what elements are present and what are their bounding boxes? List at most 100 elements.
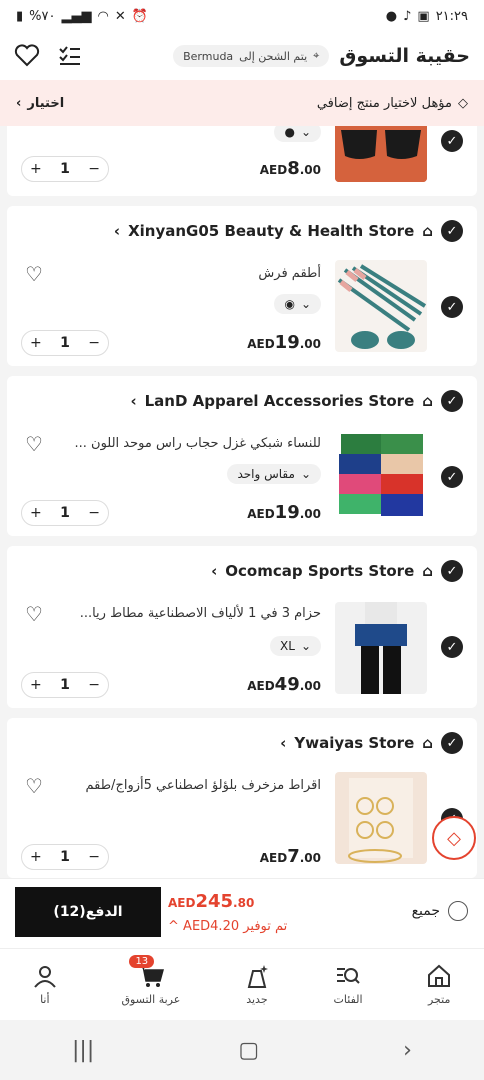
tab-label: أنا — [40, 993, 50, 1006]
currency: AED — [259, 851, 288, 865]
tab-shop[interactable]: متجر — [426, 963, 452, 1006]
choose-button[interactable]: ‹ اختيار — [16, 96, 64, 111]
store-name: LanD Apparel Accessories Store — [144, 392, 415, 410]
choose-label: اختيار — [27, 95, 65, 111]
wishlist-icon[interactable]: ♡ — [25, 432, 43, 456]
product-thumbnail[interactable] — [335, 602, 427, 694]
store-checkbox[interactable]: ✓ — [441, 732, 463, 754]
battery-icon: ▮ — [16, 8, 24, 24]
product-thumbnail[interactable] — [335, 430, 427, 522]
store-checkbox[interactable]: ✓ — [441, 390, 463, 412]
minus-button[interactable]: − — [88, 849, 100, 865]
page-title: حقيبة التسوق — [339, 45, 470, 67]
plus-button[interactable]: + — [30, 505, 42, 521]
product-thumbnail[interactable] — [335, 772, 427, 864]
checkout-button[interactable]: الدفع(12) — [15, 887, 161, 937]
wishlist-icon[interactable] — [14, 44, 40, 68]
select-all[interactable]: جميع — [412, 901, 468, 921]
tag-icon: ◇ — [458, 95, 468, 111]
ship-label: يتم الشحن إلى — [239, 49, 308, 63]
chevron-left-icon: ‹ — [280, 734, 287, 752]
store-checkbox[interactable]: ✓ — [441, 560, 463, 582]
savings[interactable]: ^ AED4.20 تم توفير — [168, 919, 287, 934]
variant-label: مقاس واحد — [237, 467, 295, 481]
promo-banner[interactable]: ‹ اختيار مؤهل لاختيار منتج إضافي ◇ — [0, 80, 484, 126]
user-icon — [34, 966, 56, 988]
edit-list-icon[interactable] — [58, 45, 82, 67]
store-name: Ywaiyas Store — [294, 734, 415, 752]
home-button-icon[interactable]: ▢ — [238, 1038, 259, 1063]
item-checkbox[interactable]: ✓ — [441, 466, 463, 488]
product-thumbnail[interactable] — [335, 126, 427, 182]
variant-selector[interactable]: مقاس واحد ⌄ — [227, 464, 321, 484]
product-name[interactable]: للنساء شبكي غزل حجاب راس موحد اللون ... — [75, 436, 322, 451]
plus-button[interactable]: + — [30, 161, 42, 177]
categories-icon — [337, 968, 360, 984]
price: AED19.00 — [247, 332, 321, 353]
app-icon: ♪ — [403, 8, 412, 24]
wishlist-icon[interactable]: ♡ — [25, 262, 43, 286]
tab-categories[interactable]: الفئات — [334, 963, 363, 1006]
tab-me[interactable]: أنا — [32, 963, 58, 1006]
price-int: 8 — [287, 158, 300, 179]
plus-button[interactable]: + — [30, 335, 42, 351]
floating-coupon-button[interactable]: ◇ — [432, 816, 476, 860]
total-currency: AED — [168, 896, 196, 910]
store-header[interactable]: ‹ Ywaiyas Store ⌂ ✓ — [280, 732, 463, 754]
price-dec: .00 — [299, 163, 321, 177]
wishlist-icon[interactable]: ♡ — [25, 774, 43, 798]
total-int: 245 — [195, 891, 234, 912]
store-checkbox[interactable]: ✓ — [441, 220, 463, 242]
location-icon: ⌖ — [313, 49, 320, 62]
tab-cart[interactable]: 13 عربة التسوق — [121, 955, 180, 1006]
store-header[interactable]: ‹ Ocomcap Sports Store ⌂ ✓ — [211, 560, 463, 582]
image-icon: ▣ — [417, 8, 430, 24]
store-header[interactable]: ‹ LanD Apparel Accessories Store ⌂ ✓ — [130, 390, 463, 412]
plus-button[interactable]: + — [30, 677, 42, 693]
variant-selector[interactable]: ● ⌄ — [274, 126, 321, 142]
recent-apps-icon[interactable]: ||| — [72, 1038, 94, 1063]
store-icon: ⌂ — [422, 392, 433, 410]
bottom-nav: أنا 13 عربة التسوق جديد الفئات متجر — [0, 948, 484, 1020]
tab-label: جديد — [246, 993, 268, 1006]
cart-item-card: ✓ ● ⌄ AED8.00 + 1 − — [7, 126, 477, 196]
cart-item-card: ‹ XinyanG05 Beauty & Health Store ⌂ ✓ ✓ — [7, 206, 477, 366]
price: AED49.00 — [247, 674, 321, 695]
home-icon — [428, 964, 451, 987]
minus-button[interactable]: − — [88, 335, 100, 351]
cart-list[interactable]: ✓ ● ⌄ AED8.00 + 1 − ‹ XinyanG05 Beauty &… — [0, 126, 484, 878]
product-name[interactable]: اقراط مزخرف بلؤلؤ اصطناعي 5أزواج/طقم — [85, 778, 321, 793]
minus-button[interactable]: − — [88, 677, 100, 693]
chevron-up-icon: ^ — [168, 919, 179, 934]
quantity-stepper[interactable]: + 1 − — [21, 500, 109, 526]
minus-button[interactable]: − — [88, 505, 100, 521]
store-header[interactable]: ‹ XinyanG05 Beauty & Health Store ⌂ ✓ — [114, 220, 463, 242]
tab-new[interactable]: جديد — [244, 963, 270, 1006]
back-icon[interactable]: › — [403, 1038, 412, 1063]
product-name[interactable]: أطقم فرش — [258, 266, 321, 281]
select-all-radio[interactable] — [448, 901, 468, 921]
quantity-value: 1 — [60, 677, 70, 693]
quantity-value: 1 — [60, 505, 70, 521]
item-checkbox[interactable]: ✓ — [441, 130, 463, 152]
wishlist-icon[interactable]: ♡ — [25, 602, 43, 626]
quantity-stepper[interactable]: + 1 − — [21, 156, 109, 182]
variant-selector[interactable]: XL ⌄ — [270, 636, 321, 656]
item-checkbox[interactable]: ✓ — [441, 296, 463, 318]
color-swatch-icon: ● — [284, 126, 295, 139]
item-checkbox[interactable]: ✓ — [441, 636, 463, 658]
product-name[interactable]: حزام 3 في 1 لألياف الاصطناعية مطاط ريا..… — [80, 606, 321, 621]
plus-button[interactable]: + — [30, 849, 42, 865]
mute-icon: ✕ — [114, 8, 126, 24]
quantity-stepper[interactable]: + 1 − — [21, 672, 109, 698]
ship-to[interactable]: ⌖ يتم الشحن إلى Bermuda — [173, 45, 330, 67]
currency: AED — [247, 679, 275, 693]
checkout-bar: الدفع(12) AED245.80 ^ AED4.20 تم توفير ج… — [0, 878, 484, 948]
minus-button[interactable]: − — [88, 161, 100, 177]
quantity-stepper[interactable]: + 1 − — [21, 844, 109, 870]
cart-item-card: ‹ Ywaiyas Store ⌂ ✓ ✓ اقراط مزخرف بلؤلؤ … — [7, 718, 477, 878]
store-icon: ⌂ — [422, 562, 433, 580]
quantity-stepper[interactable]: + 1 − — [21, 330, 109, 356]
product-thumbnail[interactable] — [335, 260, 427, 352]
variant-selector[interactable]: ◉ ⌄ — [274, 294, 321, 314]
